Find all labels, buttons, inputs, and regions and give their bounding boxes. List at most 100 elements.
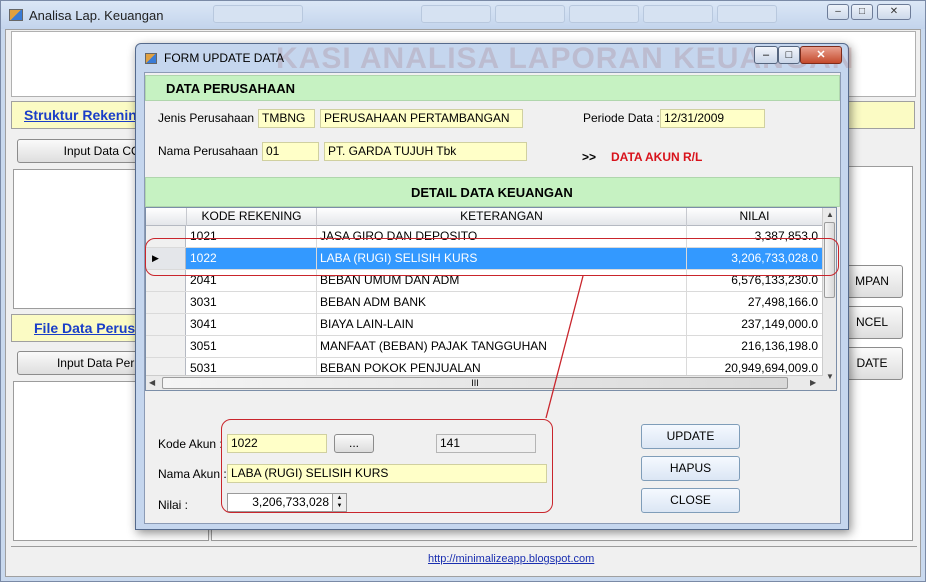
row-header[interactable] bbox=[146, 292, 186, 313]
main-minimize-button[interactable]: – bbox=[827, 4, 849, 20]
cell-nilai[interactable]: 3,387,853.0 bbox=[687, 226, 823, 247]
file-data-perusahaan-link[interactable]: File Data Perus bbox=[34, 320, 135, 336]
ribbon-style-heading2 bbox=[643, 5, 713, 23]
browse-akun-button[interactable]: ... bbox=[334, 434, 374, 453]
ribbon-style-normal bbox=[421, 5, 491, 23]
update-button[interactable]: UPDATE bbox=[641, 424, 740, 449]
hapus-button[interactable]: HAPUS bbox=[641, 456, 740, 481]
cell-keterangan[interactable]: MANFAAT (BEBAN) PAJAK TANGGUHAN bbox=[317, 336, 687, 357]
table-row[interactable]: 2041 BEBAN UMUM DAN ADM 6,576,133,230.0 bbox=[146, 270, 823, 292]
ribbon-style-title bbox=[717, 5, 777, 23]
spin-down-icon[interactable]: ▼ bbox=[333, 502, 346, 510]
cell-nilai[interactable]: 237,149,000.0 bbox=[687, 314, 823, 335]
col-kode-rekening[interactable]: KODE REKENING bbox=[187, 208, 317, 226]
spin-up-icon[interactable]: ▲ bbox=[333, 494, 346, 502]
detail-keuangan-title: DETAIL DATA KEUANGAN bbox=[411, 185, 573, 200]
jenis-perusahaan-label: Jenis Perusahaan : bbox=[158, 111, 261, 125]
row-header[interactable] bbox=[146, 226, 186, 247]
current-row-pointer-icon: ▶ bbox=[152, 253, 159, 263]
update-main-button[interactable]: DATE bbox=[841, 347, 903, 380]
main-window-title: Analisa Lap. Keuangan bbox=[29, 8, 164, 23]
scroll-right-arrow-icon[interactable]: ▶ bbox=[810, 378, 816, 387]
close-button[interactable]: CLOSE bbox=[641, 488, 740, 513]
nilai-value: 3,206,733,028 bbox=[252, 495, 329, 509]
cell-nilai[interactable]: 216,136,198.0 bbox=[687, 336, 823, 357]
table-row[interactable]: 3051 MANFAAT (BEBAN) PAJAK TANGGUHAN 216,1… bbox=[146, 336, 823, 358]
main-titlebar: Analisa Lap. Keuangan – □ ✕ bbox=[1, 1, 925, 29]
footer-blog-link[interactable]: http://minimalizeapp.blogspot.com bbox=[428, 553, 594, 565]
nilai-label: Nilai : bbox=[158, 498, 189, 512]
cell-kode[interactable]: 1022 bbox=[187, 248, 317, 269]
data-perusahaan-title: DATA PERUSAHAAN bbox=[166, 81, 296, 96]
dialog-maximize-button[interactable]: □ bbox=[778, 46, 800, 64]
dialog-close-button[interactable]: ✕ bbox=[800, 46, 842, 64]
main-maximize-button[interactable]: □ bbox=[851, 4, 873, 20]
simpan-button[interactable]: MPAN bbox=[841, 265, 903, 298]
nama-akun-label: Nama Akun : bbox=[158, 467, 227, 481]
scroll-left-arrow-icon[interactable]: ◀ bbox=[149, 378, 155, 387]
ribbon-style-nospacing bbox=[495, 5, 565, 23]
col-keterangan[interactable]: KETERANGAN bbox=[317, 208, 687, 226]
footer-divider bbox=[11, 546, 917, 547]
dialog-icon bbox=[145, 53, 157, 64]
grid-horizontal-scrollbar[interactable]: ◀ III ▶ bbox=[146, 375, 823, 390]
vertical-scroll-thumb[interactable] bbox=[824, 222, 835, 298]
table-row[interactable]: ▶ 1022 LABA (RUGI) SELISIH KURS 3,206,733,0… bbox=[146, 248, 823, 270]
grid-vertical-scrollbar[interactable]: ▲ ▼ bbox=[822, 208, 836, 390]
periode-field[interactable]: 12/31/2009 bbox=[660, 109, 765, 128]
cell-kode[interactable]: 2041 bbox=[187, 270, 317, 291]
cell-keterangan[interactable]: JASA GIRO DAN DEPOSITO bbox=[317, 226, 687, 247]
akun-marker: >> bbox=[582, 150, 597, 164]
nama-perusahaan-field[interactable]: PT. GARDA TUJUH Tbk bbox=[324, 142, 527, 161]
cell-keterangan[interactable]: BIAYA LAIN-LAIN bbox=[317, 314, 687, 335]
cell-kode[interactable]: 5031 bbox=[187, 358, 317, 375]
data-perusahaan-header: DATA PERUSAHAAN bbox=[145, 75, 840, 101]
cell-nilai[interactable]: 3,206,733,028.0 bbox=[687, 248, 823, 269]
row-header[interactable] bbox=[146, 358, 186, 375]
jenis-code-field[interactable]: TMBNG bbox=[258, 109, 315, 128]
scroll-down-arrow-icon[interactable]: ▼ bbox=[826, 372, 834, 381]
cell-kode[interactable]: 1021 bbox=[187, 226, 317, 247]
row-header[interactable]: ▶ bbox=[146, 248, 186, 269]
table-row[interactable]: 3041 BIAYA LAIN-LAIN 237,149,000.0 bbox=[146, 314, 823, 336]
cell-keterangan[interactable]: BEBAN POKOK PENJUALAN bbox=[317, 358, 687, 375]
cell-nilai[interactable]: 20,949,694,009.0 bbox=[687, 358, 823, 375]
row-header[interactable] bbox=[146, 270, 186, 291]
col-nilai[interactable]: NILAI bbox=[687, 208, 823, 226]
cancel-button[interactable]: NCEL bbox=[841, 306, 903, 339]
form-update-dialog: KASI ANALISA LAPORAN KEUANGAN FORM UPDAT… bbox=[135, 42, 853, 530]
nama-akun-field[interactable]: LABA (RUGI) SELISIH KURS bbox=[227, 464, 547, 483]
dialog-client: DATA PERUSAHAAN Jenis Perusahaan : TMBNG… bbox=[144, 72, 841, 524]
detail-data-grid[interactable]: KODE REKENING KETERANGAN NILAI 1021 JASA … bbox=[145, 207, 837, 391]
row-header[interactable] bbox=[146, 314, 186, 335]
cell-nilai[interactable]: 6,576,133,230.0 bbox=[687, 270, 823, 291]
cell-keterangan[interactable]: LABA (RUGI) SELISIH KURS bbox=[317, 248, 687, 269]
jenis-name-field[interactable]: PERUSAHAAN PERTAMBANGAN bbox=[320, 109, 523, 128]
akun-id-field: 141 bbox=[436, 434, 536, 453]
dialog-minimize-button[interactable]: – bbox=[754, 46, 778, 64]
kode-akun-field[interactable]: 1022 bbox=[227, 434, 327, 453]
cell-nilai[interactable]: 27,498,166.0 bbox=[687, 292, 823, 313]
table-row[interactable]: 3031 BEBAN ADM BANK 27,498,166.0 bbox=[146, 292, 823, 314]
nilai-stepper[interactable]: 3,206,733,028 ▲ ▼ bbox=[227, 493, 347, 512]
cell-keterangan[interactable]: BEBAN ADM BANK bbox=[317, 292, 687, 313]
horizontal-scroll-thumb[interactable]: III bbox=[162, 377, 788, 389]
cell-kode[interactable]: 3031 bbox=[187, 292, 317, 313]
cell-keterangan[interactable]: BEBAN UMUM DAN ADM bbox=[317, 270, 687, 291]
row-header[interactable] bbox=[146, 336, 186, 357]
grid-body: 1021 JASA GIRO DAN DEPOSITO 3,387,853.0 ▶ 10… bbox=[146, 226, 823, 375]
cell-kode[interactable]: 3051 bbox=[187, 336, 317, 357]
nama-code-field[interactable]: 01 bbox=[262, 142, 319, 161]
app-icon bbox=[9, 9, 23, 21]
kode-akun-label: Kode Akun : bbox=[158, 437, 223, 451]
data-akun-rl-label: DATA AKUN R/L bbox=[611, 150, 703, 164]
cell-kode[interactable]: 3041 bbox=[187, 314, 317, 335]
table-row[interactable]: 1021 JASA GIRO DAN DEPOSITO 3,387,853.0 bbox=[146, 226, 823, 248]
table-row[interactable]: 5031 BEBAN POKOK PENJUALAN 20,949,694,009.… bbox=[146, 358, 823, 375]
main-close-button[interactable]: ✕ bbox=[877, 4, 911, 20]
ribbon-toolbar-icons bbox=[213, 5, 303, 23]
nilai-spin-buttons[interactable]: ▲ ▼ bbox=[332, 494, 346, 511]
detail-keuangan-header: DETAIL DATA KEUANGAN bbox=[145, 177, 840, 207]
scroll-up-arrow-icon[interactable]: ▲ bbox=[826, 210, 834, 219]
struktur-rekening-link[interactable]: Struktur Rekenin bbox=[24, 107, 137, 123]
